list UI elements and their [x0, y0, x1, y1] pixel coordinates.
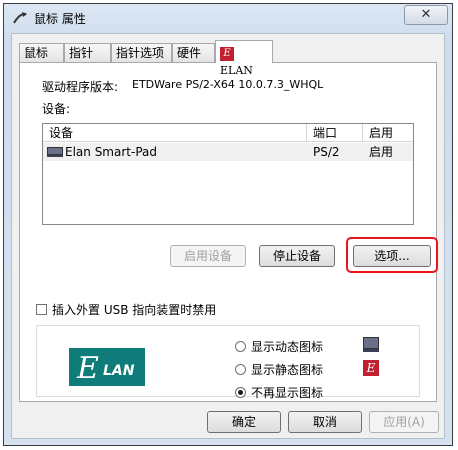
mouse-properties-window: 鼠标 属性 ✕ 鼠标键 指针 指针选项 硬件 EELAN 驱动程序版本: ETD…: [3, 3, 453, 446]
elan-tab-panel: 驱动程序版本: ETDWare PS/2-X64 10.0.7.3_WHQL 设…: [19, 62, 438, 402]
close-icon: ✕: [420, 7, 432, 22]
stop-device-button[interactable]: 停止设备: [259, 245, 335, 267]
elan-logo-letter: E: [76, 351, 99, 386]
tab-pointer-options[interactable]: 指针选项: [111, 43, 172, 62]
tab-label: 指针: [69, 46, 94, 60]
elan-icon: E: [220, 47, 234, 61]
radio-dynamic-icon[interactable]: [235, 341, 246, 352]
window-title: 鼠标 属性: [34, 12, 86, 26]
device-name: Elan Smart-Pad: [65, 145, 157, 159]
column-header-device[interactable]: 设备: [43, 124, 307, 142]
column-header-enabled[interactable]: 启用: [363, 124, 413, 142]
device-list[interactable]: 设备 端口 启用 Elan Smart-Pad PS/2 启用: [42, 123, 414, 225]
dialog-client: 鼠标键 指针 指针选项 硬件 EELAN 驱动程序版本: ETDWare PS/…: [11, 33, 445, 439]
radio-hide-icon[interactable]: [235, 387, 246, 398]
devices-label: 设备:: [42, 102, 71, 116]
elan-logo-mark: E LAN: [69, 348, 145, 386]
driver-version-label: 驱动程序版本:: [42, 80, 119, 94]
mouse-pointer-icon: [13, 12, 27, 24]
ok-button[interactable]: 确定: [207, 411, 281, 433]
tab-pointers[interactable]: 指针: [64, 43, 111, 62]
cancel-button[interactable]: 取消: [288, 411, 362, 433]
options-highlight: [346, 237, 438, 273]
column-header-port[interactable]: 端口: [307, 124, 363, 142]
elan-logo-text: LAN: [103, 363, 135, 379]
tab-label: 指针选项: [116, 46, 165, 60]
device-row[interactable]: Elan Smart-Pad PS/2 启用: [43, 143, 413, 161]
usb-disable-checkbox[interactable]: [36, 304, 47, 315]
elan-icon: E: [363, 360, 379, 376]
touchpad-icon: [363, 337, 379, 352]
tab-buttons[interactable]: 鼠标键: [19, 43, 64, 78]
radio-static-icon[interactable]: [235, 364, 246, 375]
tab-label: 硬件: [177, 46, 202, 60]
elan-logo: E LAN: [69, 348, 145, 386]
radio-static-icon-label: 显示静态图标: [251, 363, 324, 377]
tray-icon-group: E LAN 显示动态图标 显示静态图标 E 不再显示图标: [36, 325, 420, 400]
device-port: PS/2: [313, 145, 340, 159]
title-bar: 鼠标 属性 ✕: [4, 4, 452, 32]
close-button[interactable]: ✕: [404, 5, 448, 25]
device-enabled: 启用: [369, 145, 394, 159]
touchpad-icon: [47, 147, 63, 157]
radio-dynamic-icon-label: 显示动态图标: [251, 340, 324, 354]
enable-device-button[interactable]: 启用设备: [170, 245, 246, 267]
tab-label: ELAN: [220, 64, 253, 77]
radio-hide-icon-label: 不再显示图标: [251, 386, 324, 400]
tab-elan[interactable]: E ELAN: [215, 40, 273, 77]
usb-disable-label: 插入外置 USB 指向装置时禁用: [52, 303, 217, 317]
apply-button[interactable]: 应用(A): [369, 411, 439, 433]
tab-hardware[interactable]: 硬件: [172, 43, 215, 62]
